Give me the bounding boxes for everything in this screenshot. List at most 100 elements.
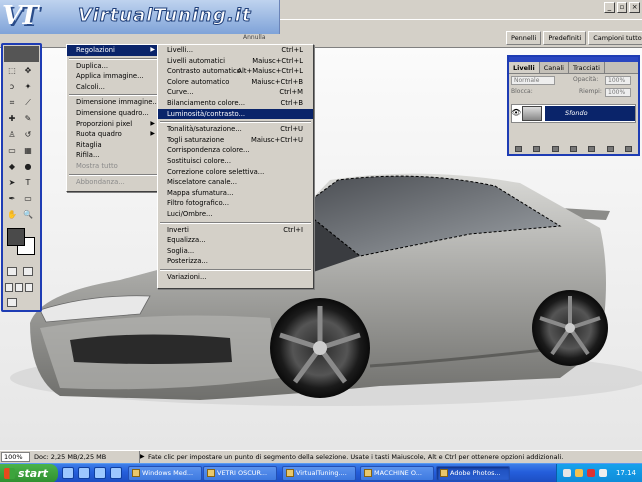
- type-tool-icon[interactable]: T: [22, 177, 34, 189]
- screen-mode-1-icon[interactable]: [5, 283, 13, 292]
- adjustments-menu-item[interactable]: Equalizza...: [158, 235, 313, 246]
- media-icon[interactable]: [94, 467, 106, 479]
- tab-predefiniti[interactable]: Predefiniti: [543, 31, 587, 45]
- zoom-tool-icon[interactable]: 🔍: [22, 209, 34, 221]
- lasso-tool-icon[interactable]: ↄ: [6, 81, 18, 93]
- adjustments-menu-item[interactable]: Correzione colore selettiva...: [158, 167, 313, 178]
- new-layer-icon[interactable]: [606, 146, 614, 152]
- adjustments-menu-item[interactable]: Corrispondenza colore...: [158, 145, 313, 156]
- taskbar-button[interactable]: Adobe Photos...: [436, 466, 510, 481]
- trash-icon[interactable]: [625, 146, 633, 152]
- minimize-button[interactable]: _: [604, 2, 615, 13]
- tab-livelli[interactable]: Livelli: [509, 62, 540, 73]
- shape-tool-icon[interactable]: ▭: [22, 193, 34, 205]
- adjustments-menu-item[interactable]: Miscelatore canale...: [158, 177, 313, 188]
- image-menu-item[interactable]: Duplica...: [67, 61, 159, 72]
- mask-icon[interactable]: [551, 146, 559, 152]
- adjustments-menu-item[interactable]: Variazioni...: [158, 272, 313, 283]
- adjustments-menu-item[interactable]: Luci/Ombre...: [158, 209, 313, 220]
- history-brush-icon[interactable]: ↺: [22, 129, 34, 141]
- adjustments-menu-item[interactable]: Togli saturazione Maiusc+Ctrl+U: [158, 135, 313, 146]
- gradient-tool-icon[interactable]: ▦: [22, 145, 34, 157]
- tab-tracciati[interactable]: Tracciati: [569, 62, 605, 73]
- blur-tool-icon[interactable]: ◆: [6, 161, 18, 173]
- image-menu-item[interactable]: Dimensione immagine...: [67, 97, 159, 108]
- tab-canali[interactable]: Canali: [540, 62, 569, 73]
- standard-mode-icon[interactable]: [7, 267, 17, 276]
- ie-icon[interactable]: [62, 467, 74, 479]
- move-tool-icon[interactable]: ✥: [22, 65, 34, 77]
- adjustments-menu-item[interactable]: Sostituisci colore...: [158, 156, 313, 167]
- slice-tool-icon[interactable]: ⟋: [22, 97, 34, 109]
- crop-tool-icon[interactable]: ⌗: [6, 97, 18, 109]
- tray-icon-1[interactable]: [563, 469, 571, 477]
- tray-icon-3[interactable]: [587, 469, 595, 477]
- taskbar-button[interactable]: VirtualTuning....: [282, 466, 356, 481]
- close-button[interactable]: ×: [629, 2, 641, 13]
- clone-stamp-icon[interactable]: ♙: [6, 129, 18, 141]
- quick-mask-icon[interactable]: [23, 267, 33, 276]
- adjustments-menu-item[interactable]: Contrasto automatico Alt+Maiusc+Ctrl+L: [158, 66, 313, 77]
- menu-item-label: Contrasto automatico: [167, 67, 241, 76]
- tray-icon-2[interactable]: [575, 469, 583, 477]
- zoom-field[interactable]: 100%: [1, 452, 30, 462]
- image-menu-item[interactable]: Proporzioni pixel ▶: [67, 119, 159, 130]
- screen-mode-3-icon[interactable]: [25, 283, 33, 292]
- adjustments-menu-item[interactable]: Posterizza...: [158, 256, 313, 267]
- taskbar-button[interactable]: MACCHINE O...: [360, 466, 434, 481]
- taskbar-button[interactable]: VETRI OSCUR...: [203, 466, 277, 481]
- explorer-icon[interactable]: [110, 467, 122, 479]
- image-menu-item[interactable]: Rifila...: [67, 150, 159, 161]
- adjustments-menu-item[interactable]: Curve... Ctrl+M: [158, 87, 313, 98]
- adjustments-menu-item[interactable]: Inverti Ctrl+I: [158, 225, 313, 236]
- screen-mode-2-icon[interactable]: [15, 283, 23, 292]
- image-menu-item[interactable]: Calcoli...: [67, 82, 159, 93]
- adjustments-menu-item[interactable]: Livelli automatici Maiusc+Ctrl+L: [158, 56, 313, 67]
- layer-style-icon[interactable]: [533, 146, 541, 152]
- adjustments-menu-item[interactable]: Mappa sfumatura...: [158, 188, 313, 199]
- imageready-icon[interactable]: [7, 298, 17, 307]
- clock[interactable]: 17.14: [616, 464, 636, 482]
- path-select-icon[interactable]: ➤: [6, 177, 18, 189]
- menu-item-label: Calcoli...: [76, 82, 105, 91]
- desktop-icon[interactable]: [78, 467, 90, 479]
- adjustments-menu-item[interactable]: Livelli... Ctrl+L: [158, 45, 313, 56]
- image-menu-item[interactable]: Ritaglia: [67, 140, 159, 151]
- pen-tool-icon[interactable]: ✒: [6, 193, 18, 205]
- link-icon[interactable]: [514, 146, 522, 152]
- doc-size[interactable]: Doc: 2,25 MB/2,25 MB: [32, 451, 140, 463]
- eye-icon[interactable]: 👁: [511, 108, 521, 117]
- start-button[interactable]: start: [0, 464, 58, 482]
- image-menu-item[interactable]: Ruota quadro ▶: [67, 129, 159, 140]
- magic-wand-icon[interactable]: ✦: [22, 81, 34, 93]
- adjustments-menu-item[interactable]: Luminosità/contrasto...: [158, 108, 313, 120]
- new-group-icon[interactable]: [588, 146, 596, 152]
- marquee-tool-icon[interactable]: ⬚: [6, 65, 18, 77]
- status-arrow-icon[interactable]: ▶: [140, 451, 148, 463]
- foreground-color-swatch[interactable]: [7, 228, 25, 246]
- tab-campioni[interactable]: Campioni tutto: [588, 31, 642, 45]
- layer-row[interactable]: 👁 Sfondo: [511, 104, 636, 123]
- adjustment-layer-icon[interactable]: [569, 146, 577, 152]
- blend-mode-select[interactable]: Normale: [511, 76, 555, 85]
- adjustments-menu-item[interactable]: Tonalità/saturazione... Ctrl+U: [158, 124, 313, 135]
- image-menu-item[interactable]: Dimensione quadro...: [67, 108, 159, 119]
- taskbar-button[interactable]: Windows Med...: [128, 466, 202, 481]
- brush-tool-icon[interactable]: ✎: [22, 113, 34, 125]
- eraser-tool-icon[interactable]: ▭: [6, 145, 18, 157]
- adjustments-menu-item[interactable]: Soglia...: [158, 246, 313, 257]
- restore-button[interactable]: ▫: [616, 2, 628, 13]
- menu-item-label: Ritaglia: [76, 140, 102, 149]
- image-menu-item[interactable]: Regolazioni ▶: [67, 45, 159, 56]
- opacity-field[interactable]: 100%: [605, 76, 631, 85]
- fill-field[interactable]: 100%: [605, 88, 631, 97]
- adjustments-menu-item[interactable]: Filtro fotografico...: [158, 198, 313, 209]
- adjustments-menu-item[interactable]: Bilanciamento colore... Ctrl+B: [158, 98, 313, 109]
- adjustments-menu-item[interactable]: Colore automatico Maiusc+Ctrl+B: [158, 77, 313, 88]
- tray-icon-4[interactable]: [599, 469, 607, 477]
- image-menu-item[interactable]: Applica immagine...: [67, 71, 159, 82]
- hand-tool-icon[interactable]: ✋: [6, 209, 18, 221]
- dodge-tool-icon[interactable]: ●: [22, 161, 34, 173]
- healing-brush-icon[interactable]: ✚: [6, 113, 18, 125]
- tab-pennelli[interactable]: Pennelli: [506, 31, 542, 45]
